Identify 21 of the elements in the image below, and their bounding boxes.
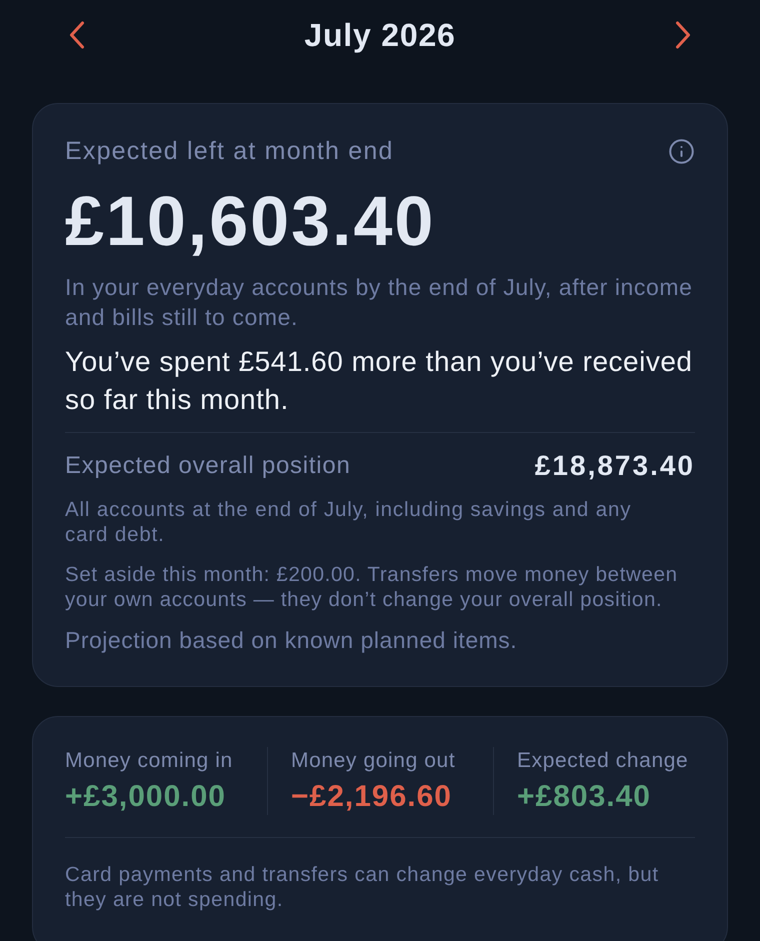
summary-description: In your everyday accounts by the end of July, after income and bills still to come. <box>65 273 694 332</box>
chevron-right-icon <box>675 21 691 49</box>
spending-note: You’ve spent £541.60 more than you’ve received so far this month. <box>65 345 694 417</box>
overall-description: All accounts at the end of July, including savings and any card debt. <box>65 497 632 547</box>
flow-footnote: Card payments and transfers can change everyday cash, but they are not spending. <box>65 837 695 912</box>
flow-label: Money going out <box>291 748 456 774</box>
flow-amount: +£803.40 <box>517 779 652 815</box>
summary-label: Expected left at month end <box>65 136 394 166</box>
flow-amount: −£2,196.60 <box>291 779 453 815</box>
overall-position-amount: £18,873.40 <box>534 450 695 482</box>
expected-amount: £10,603.40 <box>65 183 436 259</box>
flow-amount: +£3,000.00 <box>65 779 227 815</box>
flow-label: Expected change <box>517 748 690 774</box>
flow-label: Money coming in <box>65 748 234 774</box>
month-title: July 2026 <box>304 16 456 55</box>
info-button[interactable] <box>667 137 695 165</box>
chevron-left-icon <box>69 21 85 49</box>
projection-note: Projection based on known planned items. <box>65 626 518 654</box>
overall-position-label: Expected overall position <box>65 451 351 481</box>
info-icon <box>668 138 694 164</box>
transfer-note: Set aside this month: £200.00. Transfers move money between your own accounts — they don’t change your overall position. <box>65 562 679 612</box>
